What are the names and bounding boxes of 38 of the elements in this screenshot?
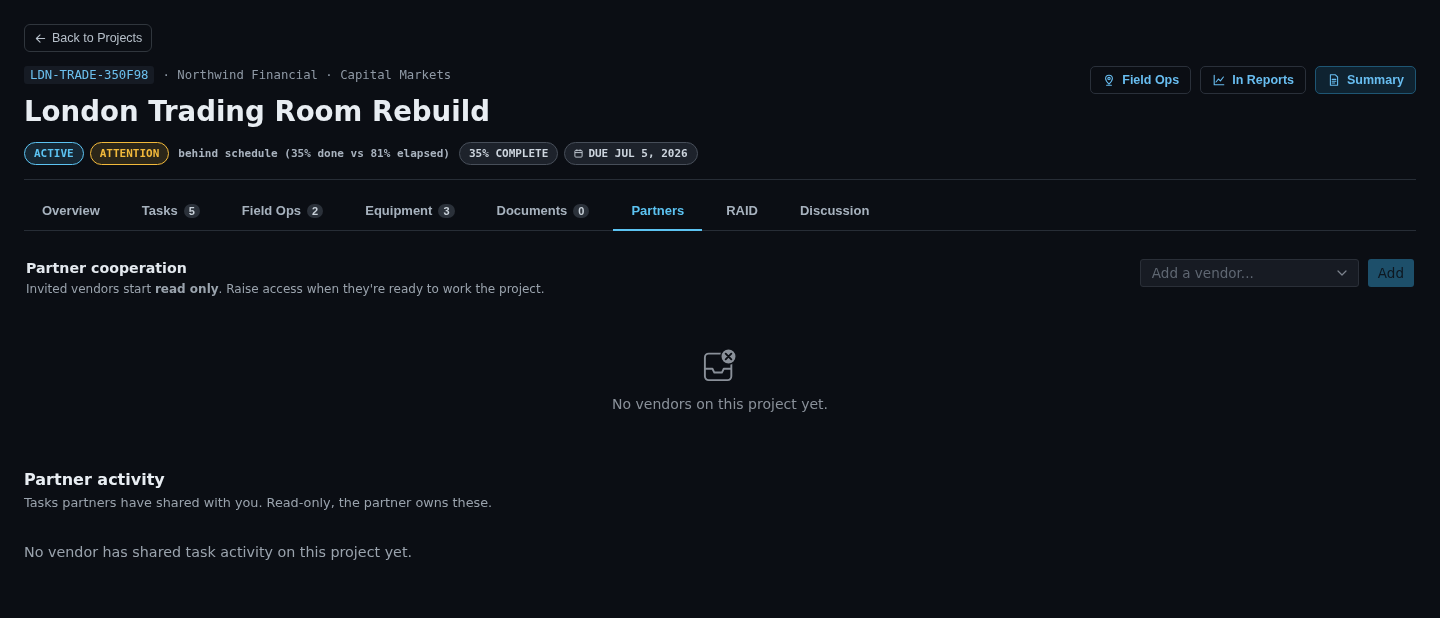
empty-inbox-icon (703, 348, 737, 382)
section-title: Partner activity (24, 469, 166, 491)
tab-count: 3 (438, 204, 455, 218)
project-meta: · Northwind Financial · Capital Markets (162, 68, 452, 82)
status-tag: ACTIVE (24, 142, 84, 165)
project-title: London Trading Room Rebuild (24, 94, 491, 130)
section-description: Tasks partners have shared with you. Read-only, the partner owns these. (24, 495, 494, 511)
tab[interactable]: Equipment 3 (347, 187, 473, 231)
document-icon (1328, 74, 1340, 86)
empty-message: No vendor has shared task activity on this project yet. (24, 543, 414, 561)
schedule-note: behind schedule (35% done vs 81% elapsed) (177, 147, 451, 160)
field-ops-button[interactable]: Field Ops (1090, 66, 1192, 94)
empty-message: No vendors on this project yet. (612, 395, 828, 413)
tab[interactable]: Field Ops 2 (223, 187, 342, 231)
calendar-icon (574, 149, 584, 158)
line-chart-icon (1213, 74, 1226, 86)
tab-count: 2 (307, 204, 324, 218)
tab-count: 0 (573, 204, 590, 218)
reports-button[interactable]: In Reports (1200, 66, 1306, 94)
vendor-select[interactable]: Add a vendor... (1139, 259, 1359, 287)
status-tag: ATTENTION (89, 142, 170, 165)
tab[interactable]: Tasks 5 (123, 187, 218, 231)
map-pin-icon (1103, 74, 1116, 86)
tab[interactable]: RAID (708, 187, 776, 231)
summary-button[interactable]: Summary (1315, 66, 1416, 94)
chevron-down-icon (1336, 270, 1347, 276)
section-title: Partner cooperation (26, 259, 188, 277)
project-code: LDN-TRADE-350F98 (24, 66, 155, 84)
back-button[interactable]: Back to Projects (24, 24, 153, 52)
tab[interactable]: Partners (613, 187, 703, 231)
section-description: Invited vendors start read only. Raise access when they're ready to work the project. (26, 282, 545, 297)
tab[interactable]: Documents 0 (478, 187, 608, 231)
tab-count: 5 (183, 204, 200, 218)
arrow-left-icon (35, 32, 46, 44)
due-date: DUE JUL 5, 2026 (588, 146, 688, 162)
tab[interactable]: Overview (24, 187, 118, 231)
tab[interactable]: Discussion (781, 187, 888, 231)
progress-badge: 35% COMPLETE (458, 142, 559, 165)
